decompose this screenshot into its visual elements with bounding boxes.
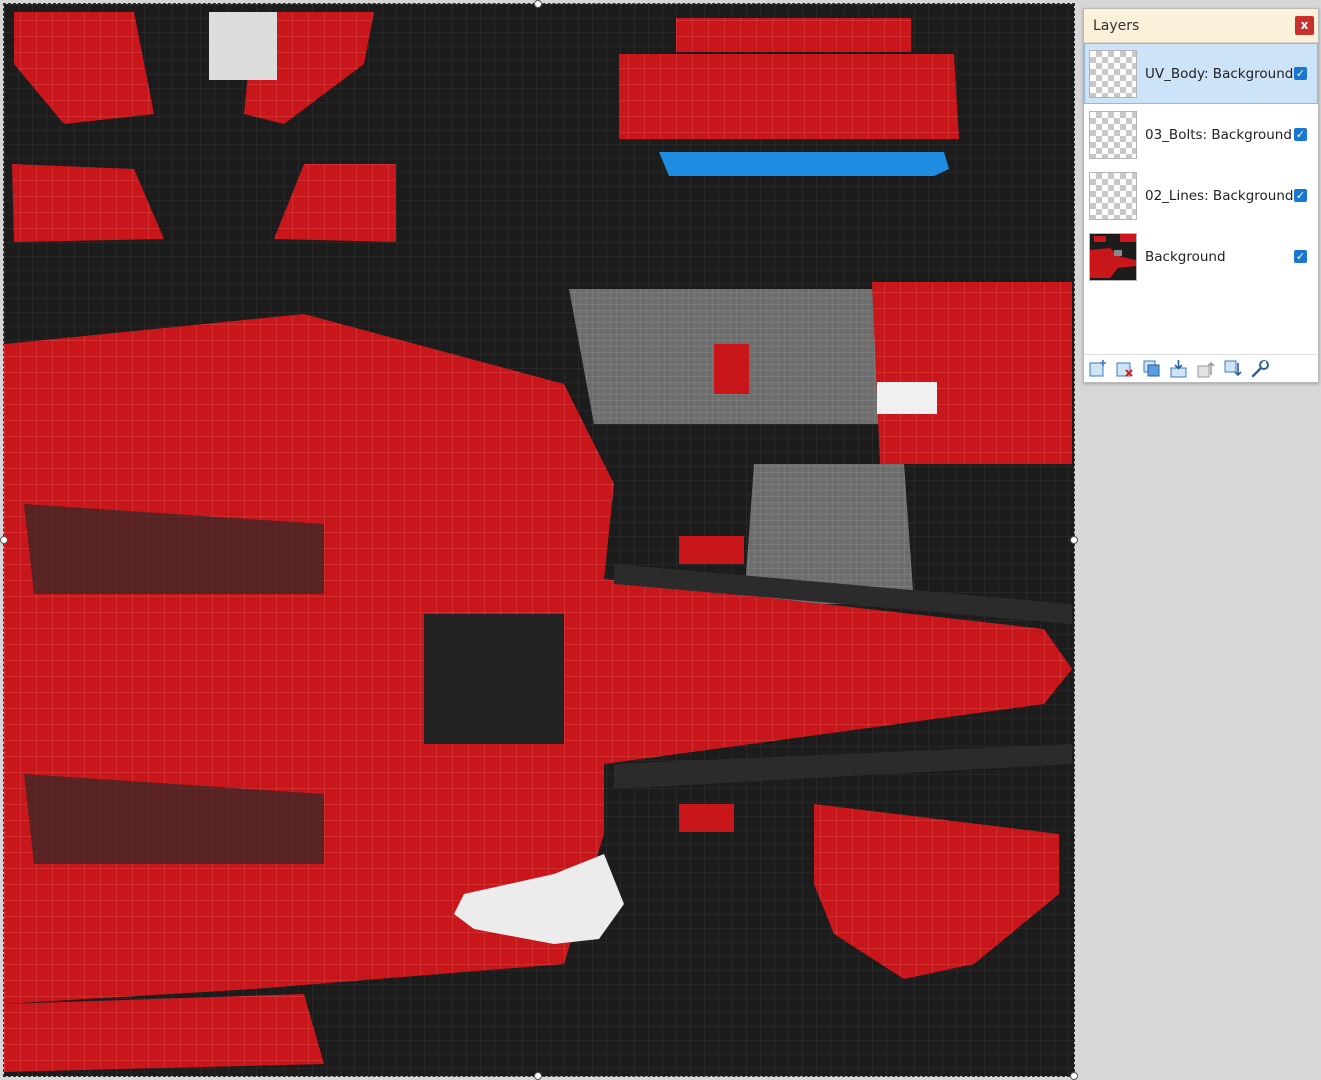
visibility-checkbox[interactable]: ✓ [1294,67,1307,80]
layer-thumbnail [1089,172,1137,220]
layer-name: 02_Lines: Background [1145,188,1294,204]
close-icon[interactable]: x [1295,16,1314,35]
uv-texture-image [4,4,1074,1076]
visibility-checkbox[interactable]: ✓ [1294,189,1307,202]
layer-name: UV_Body: Background [1145,66,1294,82]
delete-layer-icon[interactable] [1115,359,1135,379]
layer-row-bolts[interactable]: 03_Bolts: Background ✓ [1085,105,1317,164]
layer-row-lines[interactable]: 02_Lines: Background ✓ [1085,166,1317,225]
visibility-checkbox[interactable]: ✓ [1294,128,1307,141]
layer-properties-icon[interactable] [1250,359,1270,379]
layer-thumbnail [1089,233,1137,281]
visibility-checkbox[interactable]: ✓ [1294,250,1307,263]
move-layer-down-icon[interactable] [1223,359,1243,379]
layers-toolbar [1084,354,1318,382]
layers-panel: Layers x UV_Body: Background ✓ 03_Bolts:… [1083,8,1319,383]
layer-thumbnail [1089,50,1137,98]
layers-panel-title: Layers [1093,18,1140,34]
layer-thumbnail [1089,111,1137,159]
layer-row-background[interactable]: Background ✓ [1085,227,1317,286]
layers-panel-header[interactable]: Layers x [1084,9,1318,43]
duplicate-layer-icon[interactable] [1142,359,1162,379]
image-canvas[interactable] [0,0,1078,1080]
layer-name: 03_Bolts: Background [1145,127,1292,143]
add-layer-icon[interactable] [1088,359,1108,379]
move-layer-up-icon[interactable] [1196,359,1216,379]
layer-name: Background [1145,249,1226,265]
merge-down-icon[interactable] [1169,359,1189,379]
layer-row-uv-body[interactable]: UV_Body: Background ✓ [1084,43,1318,104]
